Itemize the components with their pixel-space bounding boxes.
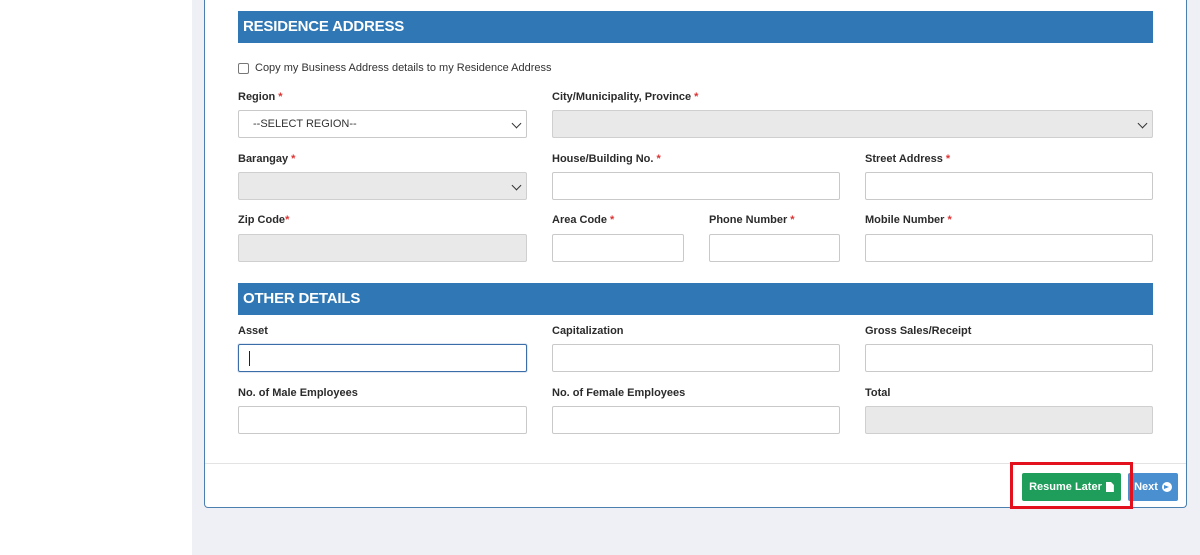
house-input[interactable] bbox=[552, 172, 840, 200]
chevron-down-icon bbox=[511, 118, 522, 129]
arrow-circle-right-icon bbox=[1161, 482, 1172, 492]
phone-label: Phone Number * bbox=[709, 214, 795, 226]
city-label: City/Municipality, Province * bbox=[552, 91, 699, 103]
section-header-residence: RESIDENCE ADDRESS bbox=[238, 11, 1153, 43]
chevron-down-icon bbox=[1137, 118, 1148, 129]
area-code-input[interactable] bbox=[552, 234, 684, 262]
gross-sales-input[interactable] bbox=[865, 344, 1153, 372]
next-button[interactable]: Next bbox=[1128, 473, 1178, 501]
copy-address-checkbox[interactable] bbox=[238, 63, 249, 74]
capitalization-label: Capitalization bbox=[552, 325, 624, 337]
street-input[interactable] bbox=[865, 172, 1153, 200]
gross-sales-label: Gross Sales/Receipt bbox=[865, 325, 972, 337]
female-employees-label: No. of Female Employees bbox=[552, 387, 686, 399]
highlight-box bbox=[1010, 462, 1133, 509]
zip-input[interactable] bbox=[238, 234, 527, 262]
barangay-label: Barangay * bbox=[238, 153, 296, 165]
city-select[interactable] bbox=[552, 110, 1153, 138]
male-employees-input[interactable] bbox=[238, 406, 527, 434]
area-code-label: Area Code * bbox=[552, 214, 615, 226]
chevron-down-icon bbox=[511, 180, 522, 191]
section-header-other: OTHER DETAILS bbox=[238, 283, 1153, 315]
barangay-select[interactable] bbox=[238, 172, 527, 200]
text-caret bbox=[249, 351, 250, 366]
region-select-value: --SELECT REGION-- bbox=[253, 118, 357, 130]
region-select[interactable]: --SELECT REGION-- bbox=[238, 110, 527, 138]
phone-input[interactable] bbox=[709, 234, 840, 262]
male-employees-label: No. of Male Employees bbox=[238, 387, 358, 399]
asset-input[interactable] bbox=[238, 344, 527, 372]
zip-label: Zip Code* bbox=[238, 214, 290, 226]
region-label: Region * bbox=[238, 91, 283, 103]
street-label: Street Address * bbox=[865, 153, 951, 165]
mobile-input[interactable] bbox=[865, 234, 1153, 262]
copy-address-label[interactable]: Copy my Business Address details to my R… bbox=[255, 62, 552, 74]
next-label: Next bbox=[1134, 481, 1158, 493]
female-employees-input[interactable] bbox=[552, 406, 840, 434]
total-label: Total bbox=[865, 387, 891, 399]
house-label: House/Building No. * bbox=[552, 153, 661, 165]
capitalization-input[interactable] bbox=[552, 344, 840, 372]
asset-label: Asset bbox=[238, 325, 268, 337]
mobile-label: Mobile Number * bbox=[865, 214, 952, 226]
total-input[interactable] bbox=[865, 406, 1153, 434]
